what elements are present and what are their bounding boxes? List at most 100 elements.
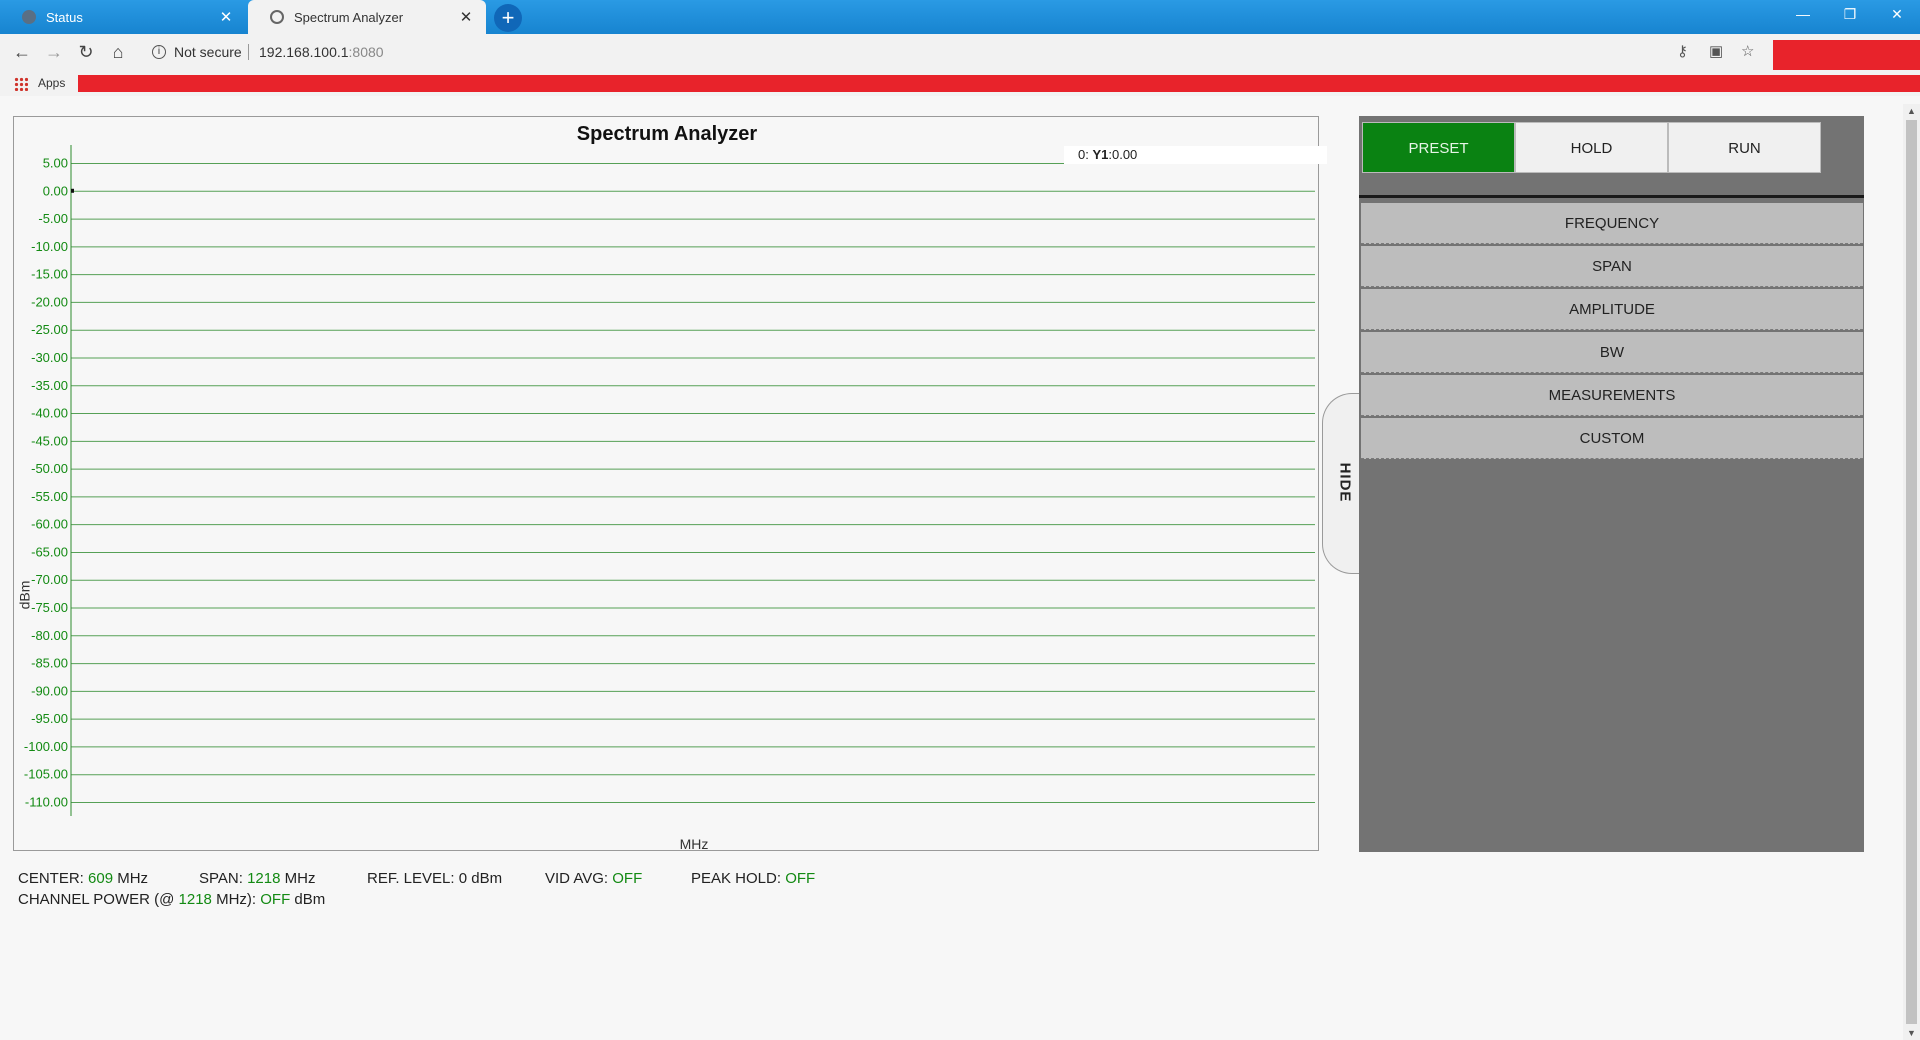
y-tick-label: -20.00 (31, 294, 68, 309)
readout-index: 0: (1078, 147, 1093, 162)
span-unit: MHz (280, 870, 316, 887)
span-value: 1218 (247, 870, 281, 887)
y-tick-label: -25.00 (31, 322, 68, 337)
y-tick-label: -85.00 (31, 656, 68, 671)
vid-avg-value: OFF (612, 870, 643, 887)
spectrum-chart-panel: 5.00 0.00 -5.00 -10.00 -15.00 -20.00 -25.00 -30… (13, 116, 1327, 852)
y-axis-label: dBm (16, 580, 33, 610)
tab-title: Spectrum Analyzer (294, 9, 404, 25)
bookmark-apps[interactable]: Apps (38, 76, 65, 90)
close-window-icon[interactable]: ✕ (1874, 0, 1920, 28)
address-divider (248, 44, 249, 60)
chpower-freq: 1218 (178, 891, 212, 908)
y-tick-label: -90.00 (31, 683, 68, 698)
minimize-window-icon[interactable]: — (1780, 0, 1826, 28)
y-tick-label: -100.00 (24, 739, 68, 754)
status-favicon-icon (22, 10, 36, 24)
y-tick-label: 5.00 (43, 156, 68, 171)
hide-tab-label: HIDE (1336, 462, 1354, 503)
y-tick-label: -70.00 (31, 572, 68, 587)
amplitude-button[interactable]: AMPLITUDE (1361, 289, 1863, 330)
x-axis-label: MHz (679, 836, 709, 852)
tab-status[interactable]: Status ✕ (0, 0, 246, 34)
url-host: 192.168.100.1 (259, 44, 349, 60)
span-label: SPAN: (199, 870, 248, 887)
browser-toolbar: ← → ↻ ⌂ i Not secure 192.168.100.1:8080 … (0, 34, 1920, 70)
chpower-value: OFF (260, 891, 291, 908)
y-tick-label: -95.00 (31, 711, 68, 726)
hide-panel-tab[interactable]: HIDE (1322, 393, 1360, 574)
chart-title: Spectrum Analyzer (576, 123, 758, 145)
chpower-unit: dBm (290, 891, 326, 908)
channel-power-status: CHANNEL POWER (@ 1218 MHz): OFF dBm (18, 891, 325, 908)
vid-avg-label: VID AVG: (545, 870, 613, 887)
translate-icon[interactable]: ▣ (1709, 37, 1723, 67)
frequency-button[interactable]: FREQUENCY (1361, 203, 1863, 244)
key-icon[interactable]: ⚷ (1677, 37, 1688, 67)
bw-button[interactable]: BW (1361, 332, 1863, 373)
vid-avg-status: VID AVG: OFF (545, 870, 642, 887)
center-value: 609 (88, 870, 114, 887)
new-tab-button[interactable]: + (494, 4, 522, 32)
reload-icon[interactable]: ↻ (74, 40, 98, 64)
address-bar[interactable]: i Not secure 192.168.100.1:8080 ⚷ ▣ ☆ (142, 37, 1772, 67)
y-tick-label: -110.00 (25, 795, 68, 810)
tab-title: Status (46, 9, 83, 25)
y-tick-label: -40.00 (31, 406, 68, 421)
y-tick-label: -80.00 (31, 628, 68, 643)
peak-hold-label: PEAK HOLD: (691, 870, 786, 887)
readout-series: Y1 (1092, 147, 1109, 162)
y-tick-label: -10.00 (31, 239, 68, 254)
center-unit: MHz (113, 870, 149, 887)
scrollbar-thumb[interactable] (1906, 120, 1917, 1024)
y-tick-label: -60.00 (31, 517, 68, 532)
scroll-up-icon[interactable]: ▲ (1907, 106, 1916, 116)
tab-spectrum-analyzer[interactable]: Spectrum Analyzer ✕ (248, 0, 486, 34)
custom-button[interactable]: CUSTOM (1361, 418, 1863, 459)
home-icon[interactable]: ⌂ (106, 40, 130, 64)
back-arrow-icon[interactable]: ← (10, 40, 34, 64)
chpower-label: CHANNEL POWER (@ (18, 891, 179, 908)
center-label: CENTER: (18, 870, 89, 887)
y-tick-label: -15.00 (31, 267, 68, 282)
y-tick-label: -35.00 (31, 378, 68, 393)
browser-tab-strip: Status ✕ Spectrum Analyzer ✕ + — ❐ ✕ (0, 0, 1920, 34)
span-button[interactable]: SPAN (1361, 246, 1863, 287)
peak-hold-status: PEAK HOLD: OFF (691, 870, 815, 887)
info-icon[interactable]: i (152, 45, 166, 59)
ref-label: REF. LEVEL: (367, 870, 459, 887)
bookmark-star-icon[interactable]: ☆ (1741, 37, 1754, 67)
red-banner-bar (78, 75, 1920, 92)
span-status: SPAN: 1218 MHz (199, 870, 315, 887)
bookmarks-bar: Apps (0, 70, 1920, 96)
y-tick-label: -30.00 (31, 350, 68, 365)
y-tick-label: 0.00 (43, 183, 68, 198)
scroll-down-icon[interactable]: ▼ (1907, 1028, 1916, 1038)
y-tick-label: -45.00 (31, 433, 68, 448)
control-divider (1359, 195, 1864, 198)
readout-value: :0.00 (1108, 147, 1138, 162)
hold-button[interactable]: HOLD (1515, 122, 1668, 173)
series-point (71, 188, 74, 193)
restore-window-icon[interactable]: ❐ (1827, 0, 1873, 28)
security-label: Not secure (174, 44, 242, 60)
measurements-button[interactable]: MEASUREMENTS (1361, 375, 1863, 416)
peak-hold-value: OFF (785, 870, 816, 887)
close-tab-icon[interactable]: ✕ (458, 8, 474, 26)
y-tick-label: -5.00 (38, 211, 68, 226)
url-text: 192.168.100.1:8080 (259, 37, 384, 67)
y-tick-label: -105.00 (24, 767, 68, 782)
y-tick-label: -55.00 (31, 489, 68, 504)
spectrum-plot[interactable]: 5.00 0.00 -5.00 -10.00 -15.00 -20.00 -25.00 -30… (14, 117, 1320, 852)
run-button[interactable]: RUN (1668, 122, 1821, 173)
y-tick-label: -50.00 (31, 461, 68, 476)
forward-arrow-icon[interactable]: → (42, 40, 66, 64)
preset-button[interactable]: PRESET (1362, 122, 1515, 173)
center-status: CENTER: 609 MHz (18, 870, 148, 887)
y-tick-label: -65.00 (31, 544, 68, 559)
page-scrollbar[interactable]: ▲ ▼ (1903, 104, 1920, 1040)
apps-grid-icon[interactable] (14, 77, 28, 91)
cursor-readout: 0: Y1:0.00 (1064, 146, 1327, 164)
y-tick-label: -75.00 (31, 600, 68, 615)
close-tab-icon[interactable]: ✕ (218, 8, 234, 26)
